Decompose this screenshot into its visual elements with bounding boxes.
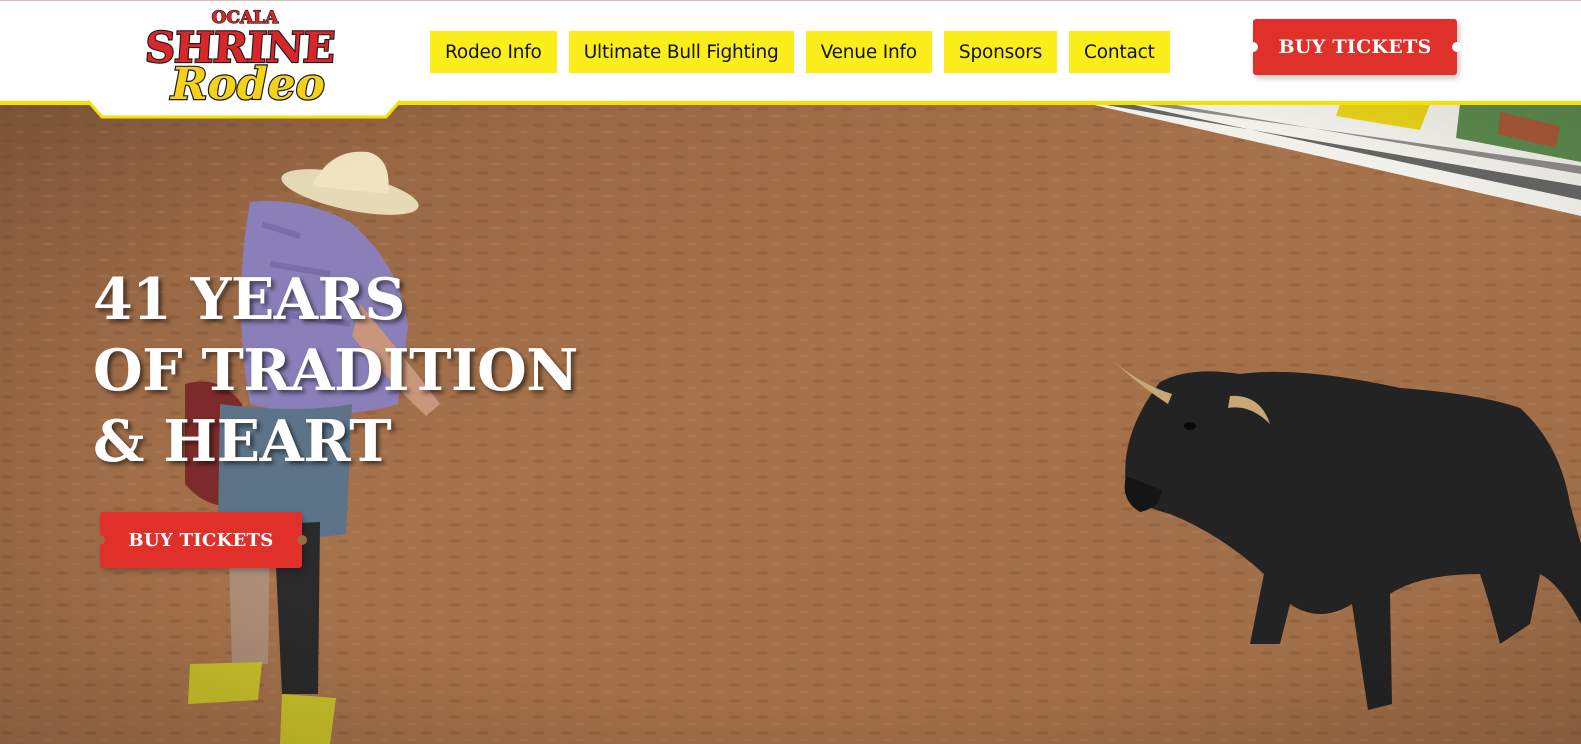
hero-headline-line-2: OF TRADITION xyxy=(93,337,578,404)
hero-buy-tickets-button[interactable]: BUY TICKETS xyxy=(100,512,302,568)
logo-text-rodeo: Rodeo xyxy=(169,59,325,110)
site-logo[interactable]: OCALA SHRINE Rodeo xyxy=(88,0,402,120)
hero-headline: 41 YEARS OF TRADITION & HEART xyxy=(93,264,578,477)
main-nav: Rodeo Info Ultimate Bull Fighting Venue … xyxy=(430,31,1170,73)
nav-item-ultimate-bull-fighting[interactable]: Ultimate Bull Fighting xyxy=(568,31,794,73)
hero-headline-line-3: & HEART xyxy=(93,408,392,475)
nav-item-contact[interactable]: Contact xyxy=(1069,31,1170,73)
nav-item-rodeo-info[interactable]: Rodeo Info xyxy=(430,31,557,73)
nav-item-venue-info[interactable]: Venue Info xyxy=(805,31,932,73)
logo-icon: OCALA SHRINE Rodeo xyxy=(142,7,337,111)
hero-headline-line-1: 41 YEARS xyxy=(93,266,406,333)
nav-item-sponsors[interactable]: Sponsors xyxy=(943,31,1058,73)
header-buy-tickets-button[interactable]: BUY TICKETS xyxy=(1253,19,1457,75)
